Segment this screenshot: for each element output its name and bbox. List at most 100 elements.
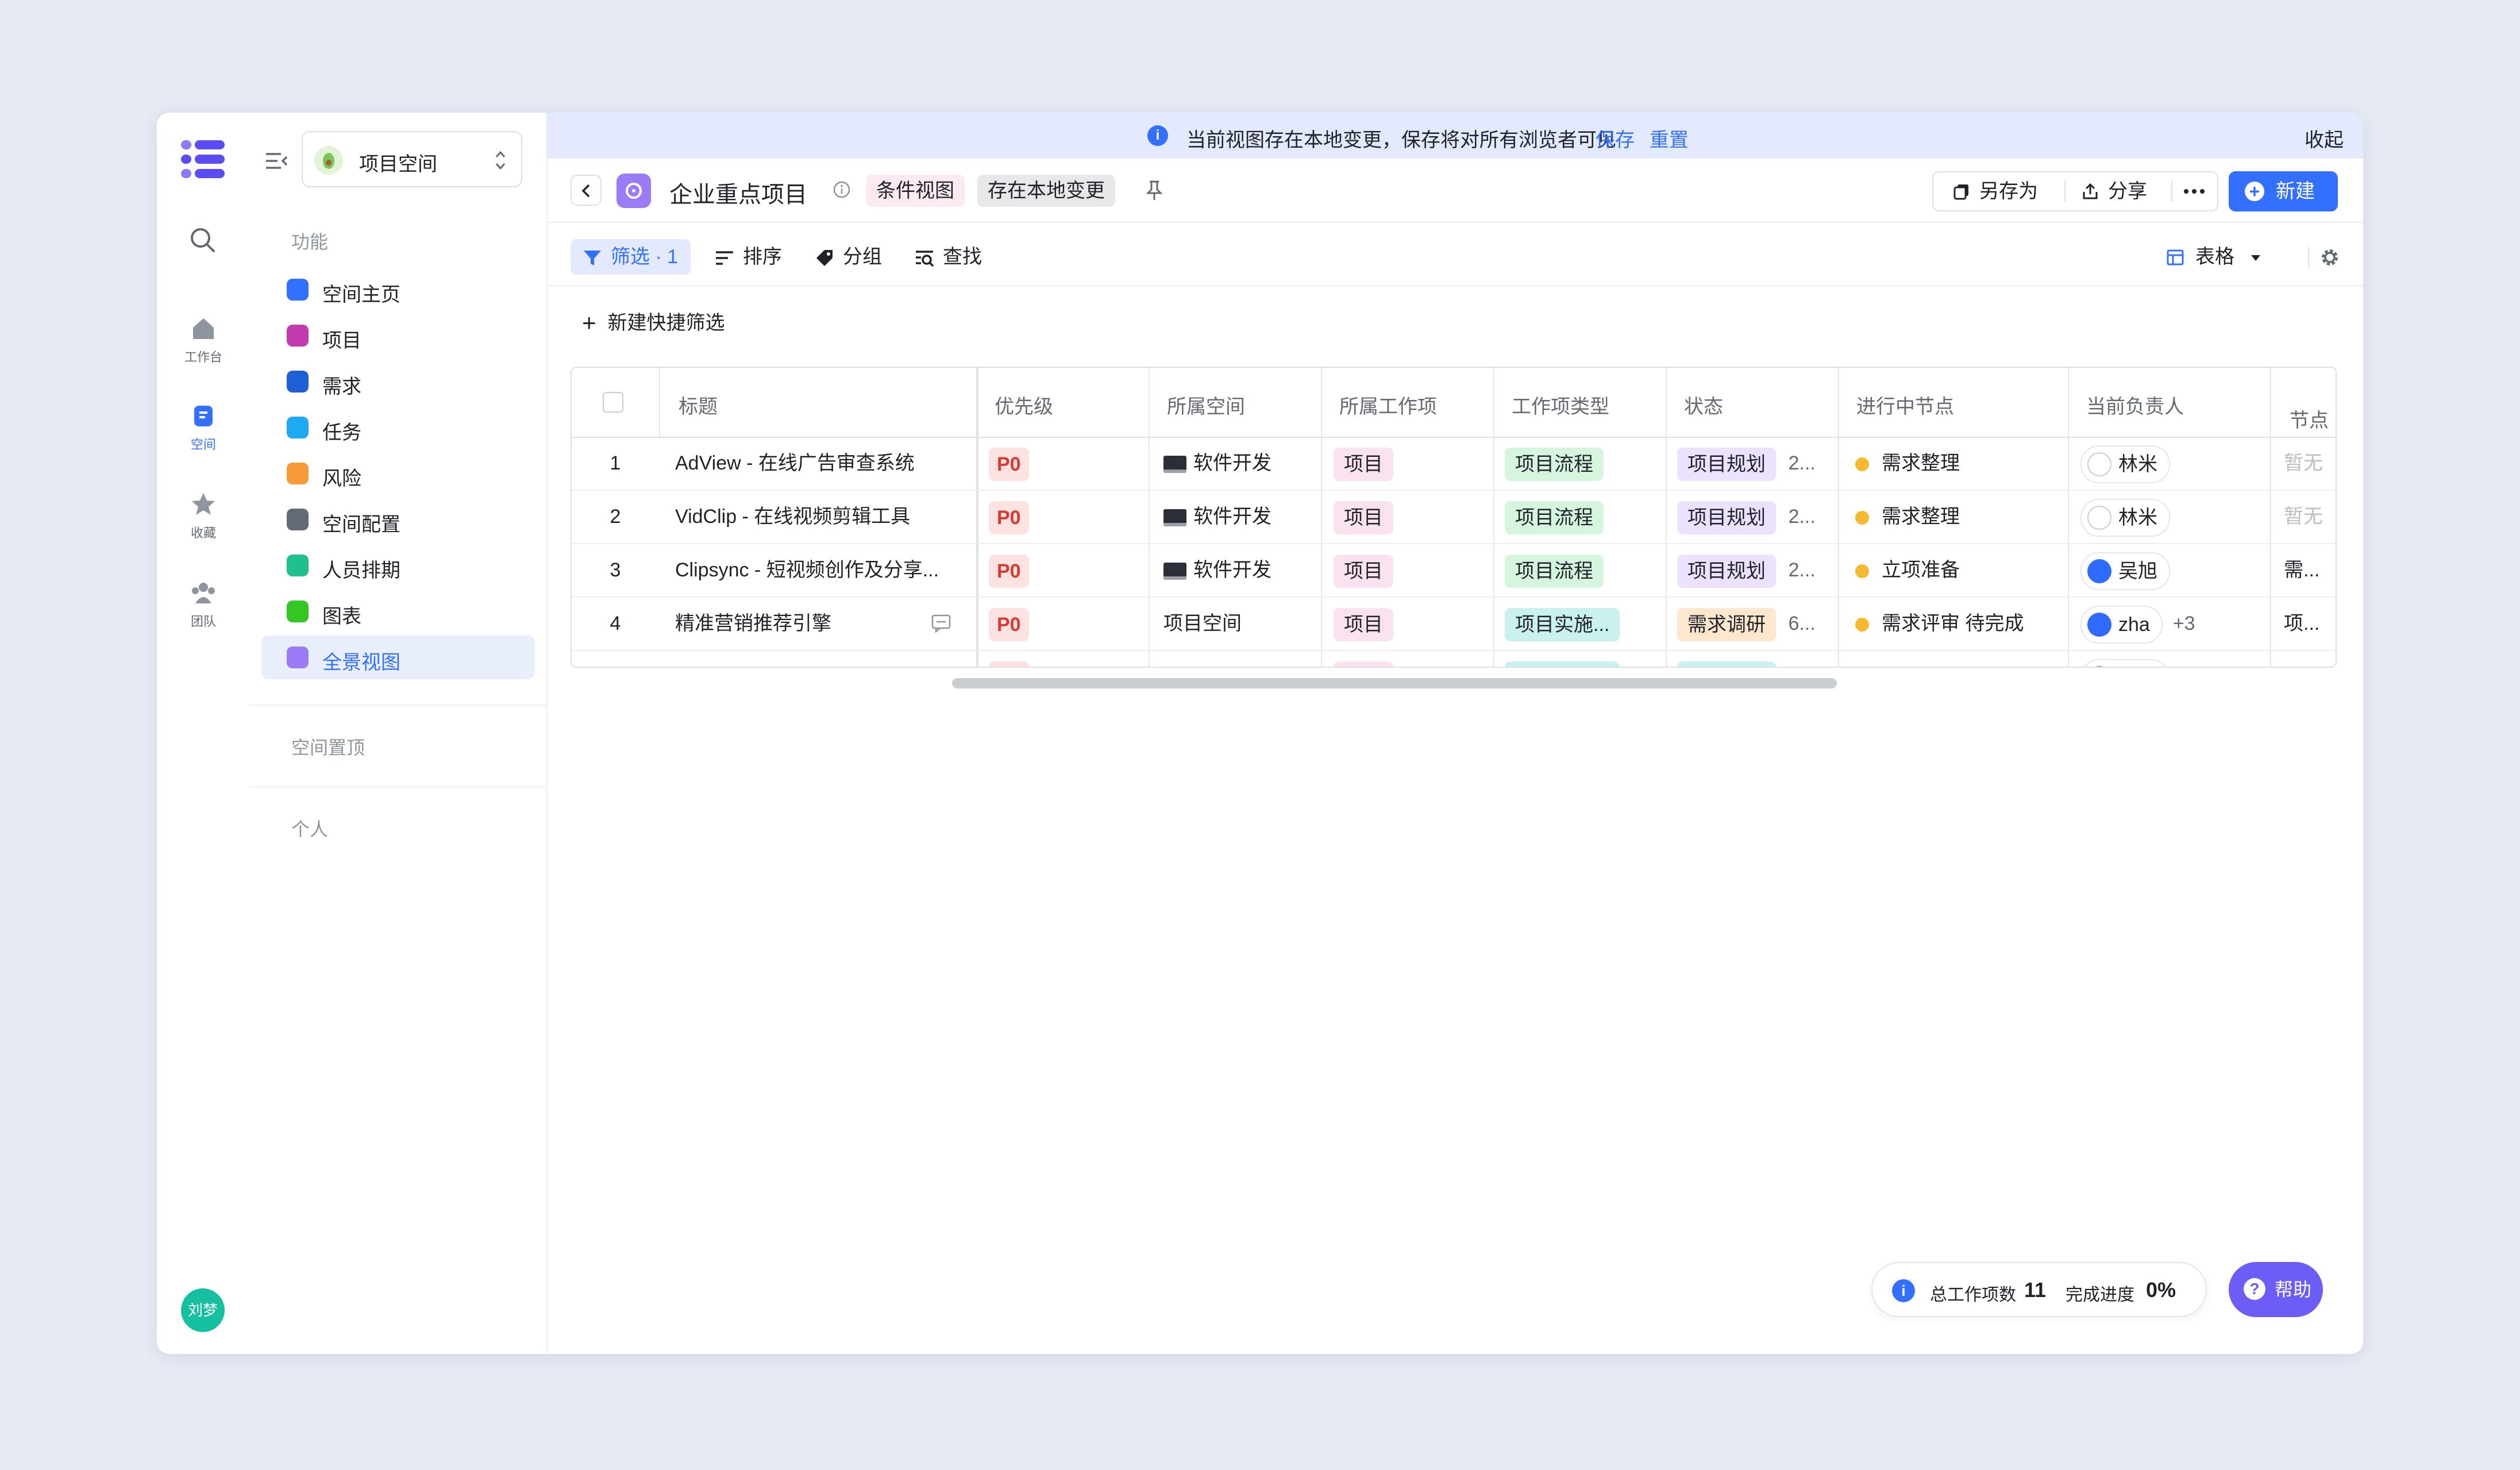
comment-icon[interactable]	[931, 614, 951, 633]
share-icon	[2083, 183, 2098, 199]
column-header-work-item[interactable]: 所属工作项	[1339, 391, 1437, 419]
column-header-owner[interactable]: 当前负责人	[2086, 391, 2184, 419]
row-title[interactable]: VidClip - 在线视频剪辑工具	[675, 490, 962, 543]
user-avatar[interactable]: 刘梦	[181, 1288, 225, 1332]
save-link[interactable]: 保存	[1596, 124, 1635, 152]
sidebar-item-projects[interactable]: 项目	[261, 314, 535, 357]
status-tag[interactable]: 项目规划	[1677, 501, 1776, 535]
active-node[interactable]: 需求整理	[1882, 506, 1960, 528]
owner-chip[interactable]: zha	[2080, 606, 2163, 644]
active-node[interactable]: 立项准备	[1882, 559, 1960, 581]
app-logo[interactable]	[180, 139, 226, 179]
column-header-node[interactable]: 节点	[2290, 405, 2329, 433]
requirement-icon	[287, 371, 309, 392]
collapse-sidebar-icon[interactable]	[264, 148, 289, 174]
status-tag[interactable]: 项目启动	[1677, 661, 1776, 667]
sidebar-item-scheduling[interactable]: 人员排期	[261, 544, 535, 587]
chevron-left-icon	[581, 184, 590, 198]
info-icon[interactable]	[833, 180, 851, 199]
laptop-icon	[1163, 563, 1186, 580]
row-title[interactable]: Clipsync - 短视频创作及分享...	[675, 544, 962, 597]
sidebar-item-space-home[interactable]: 空间主页	[261, 268, 535, 311]
column-header-status[interactable]: 状态	[1684, 391, 1723, 419]
sidebar-item-risks[interactable]: 风险	[261, 452, 535, 495]
filter-button[interactable]: 筛选 · 1	[571, 239, 691, 275]
space-cell: 软件开发	[1163, 544, 1271, 597]
task-icon	[287, 417, 309, 438]
active-node[interactable]: 3 项待完成	[1882, 666, 1976, 667]
owner-chip[interactable]: 林米	[2080, 499, 2170, 537]
sidebar-item-requirements[interactable]: 需求	[261, 360, 535, 403]
project-icon	[287, 325, 309, 347]
owner-chip[interactable]: 林米	[2080, 445, 2170, 484]
rail-item-space[interactable]: 空间	[157, 402, 250, 453]
rail-item-favorites[interactable]: 收藏	[157, 491, 250, 541]
select-all-checkbox[interactable]	[603, 392, 623, 413]
status-tag[interactable]: 项目规划	[1677, 555, 1776, 588]
row-title[interactable]: 精准营销推荐引擎	[675, 597, 962, 650]
status-duration: 2...	[1788, 452, 1816, 474]
column-header-title[interactable]: 标题	[679, 391, 718, 419]
row-title[interactable]: 语音识别输入法	[675, 651, 962, 667]
panorama-icon	[616, 174, 651, 208]
section-heading-pinned[interactable]: 空间置顶	[291, 733, 365, 760]
column-header-active-node[interactable]: 进行中节点	[1856, 391, 1954, 419]
table-row[interactable]: 2 VidClip - 在线视频剪辑工具 P0 软件开发 项目 项目流程 项目规划 2...…	[572, 490, 2336, 544]
section-heading-personal[interactable]: 个人	[291, 815, 328, 841]
find-button[interactable]: 查找	[914, 239, 982, 275]
view-type-chip[interactable]: 条件视图	[866, 175, 965, 207]
sidebar-item-label: 风险	[322, 468, 361, 490]
tag-icon	[816, 250, 833, 267]
table-row[interactable]: 3 Clipsync - 短视频创作及分享... P0 软件开发 项目 项目流程 项目规划 …	[572, 544, 2336, 598]
table-row[interactable]: 5 语音识别输入法 P0 项目空间 项目 项目实施... 项目启动 2... 3 项待完成小苏…	[572, 651, 2336, 667]
gear-icon[interactable]	[2319, 247, 2340, 268]
row-title[interactable]: AdView - 在线广告审查系统	[675, 437, 962, 490]
new-button[interactable]: + 新建	[2229, 171, 2338, 211]
status-dot	[1855, 457, 1869, 472]
search-icon[interactable]	[188, 225, 218, 255]
sidebar-item-panorama-view[interactable]: 全景视图	[261, 636, 535, 679]
local-changes-chip[interactable]: 存在本地变更	[977, 175, 1115, 207]
back-button[interactable]	[571, 175, 602, 206]
group-button[interactable]: 分组	[814, 239, 882, 275]
owner-chip[interactable]: 小苏	[2080, 659, 2170, 667]
space-selector[interactable]: 项目空间	[302, 131, 522, 187]
column-header-priority[interactable]: 优先级	[995, 391, 1053, 419]
avatar	[2087, 559, 2111, 584]
sidebar-item-tasks[interactable]: 任务	[261, 406, 535, 449]
share-button[interactable]: 分享	[2082, 172, 2147, 210]
status-dot	[1855, 564, 1869, 579]
stats-widget[interactable]: i 总工作项数 11 完成进度 0%	[1871, 1262, 2207, 1317]
sidebar-item-space-config[interactable]: 空间配置	[261, 498, 535, 541]
view-type-select[interactable]: 表格	[2167, 239, 2261, 275]
status-duration: 2...	[1788, 506, 1816, 528]
save-as-button[interactable]: 另存为	[1953, 172, 2038, 210]
status-tag[interactable]: 项目规划	[1677, 448, 1776, 482]
collapse-banner-button[interactable]: 收起	[2305, 124, 2344, 152]
sort-button[interactable]: 排序	[714, 239, 782, 275]
sidebar-item-charts[interactable]: 图表	[261, 590, 535, 633]
banner-message: 当前视图存在本地变更，保存将对所有浏览者可见	[1186, 129, 1616, 151]
rail-item-team[interactable]: 团队	[157, 579, 250, 630]
active-node[interactable]: 需求评审 待完成	[1882, 613, 2024, 634]
column-header-item-type[interactable]: 工作项类型	[1512, 391, 1609, 419]
new-quick-filter-button[interactable]: + 新建快捷筛选	[582, 307, 725, 337]
config-icon	[287, 509, 309, 530]
active-node[interactable]: 需求整理	[1882, 452, 1960, 474]
space-name: 软件开发	[1193, 452, 1271, 474]
risk-icon	[287, 463, 309, 484]
table-row[interactable]: 4 精准营销推荐引擎 P0 项目空间 项目 项目实施... 需求调研 6... 需求评审 待完…	[572, 597, 2336, 651]
column-header-space[interactable]: 所属空间	[1167, 391, 1245, 419]
rail-item-workbench[interactable]: 工作台	[157, 315, 250, 365]
extra-owners-count[interactable]: +3	[2173, 613, 2195, 634]
help-button[interactable]: ? 帮助	[2229, 1262, 2323, 1317]
more-icon[interactable]	[2182, 185, 2207, 198]
pin-icon[interactable]	[1144, 179, 1165, 202]
sidebar-item-label: 空间配置	[322, 514, 400, 536]
sidebar-item-label: 空间主页	[322, 284, 400, 306]
horizontal-scrollbar[interactable]	[952, 678, 1837, 688]
status-tag[interactable]: 需求调研	[1677, 608, 1776, 642]
table-row[interactable]: 1 AdView - 在线广告审查系统 P0 软件开发 项目 项目流程 项目规划 2... 需…	[572, 437, 2336, 491]
owner-chip[interactable]: 吴旭	[2080, 552, 2170, 591]
reset-link[interactable]: 重置	[1650, 124, 1689, 152]
